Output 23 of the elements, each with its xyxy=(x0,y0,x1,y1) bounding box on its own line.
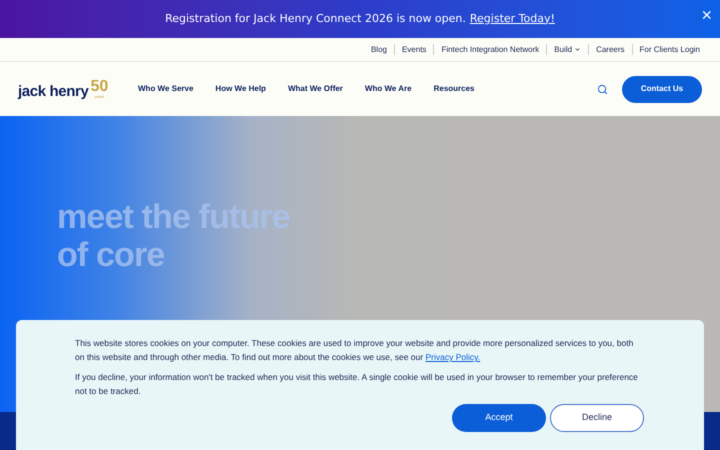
cookie-text: This website stores cookies on your computer. These cookies are used to improve your website and provide more personalized services to you, both on this website and through other media. To find out more about the cookies we use, see our Privacy Policy. xyxy=(75,337,634,364)
utility-nav-link[interactable]: Build xyxy=(554,44,582,56)
utility-nav-link[interactable]: For Clients Login xyxy=(640,44,700,56)
main-nav-link[interactable]: How We Help xyxy=(215,83,266,95)
utility-nav-link[interactable]: Careers xyxy=(596,44,625,56)
accept-button[interactable]: Accept xyxy=(452,404,546,432)
main-nav-link[interactable]: Who We Are xyxy=(364,83,412,95)
utility-nav-link[interactable]: Events xyxy=(402,44,426,56)
contact-button[interactable]: Contact Us xyxy=(622,76,702,102)
privacy-policy-link[interactable]: Privacy Policy. xyxy=(425,352,480,362)
main-nav-link[interactable]: Who We Serve xyxy=(138,83,194,95)
announcement-text: Registration for Jack Henry Connect 2026 is now open. xyxy=(165,10,466,27)
close-button[interactable]: × xyxy=(701,6,712,24)
search-icon[interactable] xyxy=(597,84,608,94)
decline-button[interactable]: Decline xyxy=(550,404,644,432)
logo-wordmark: jack henry xyxy=(18,84,88,99)
register-link[interactable]: Register Today! xyxy=(470,10,555,28)
main-nav-link[interactable]: Resources xyxy=(434,83,475,95)
cookie-text: If you decline, your information won't be tracked when you visit this website. A single cookie will be used in your browser to remember your preference not to be tracked. xyxy=(75,371,639,398)
utility-nav-link[interactable]: Fintech Integration Network xyxy=(441,44,540,56)
hero-heading: of core xyxy=(57,236,166,274)
main-nav-link[interactable]: What We Offer xyxy=(288,83,343,95)
utility-nav-link[interactable]: Blog xyxy=(370,44,387,56)
